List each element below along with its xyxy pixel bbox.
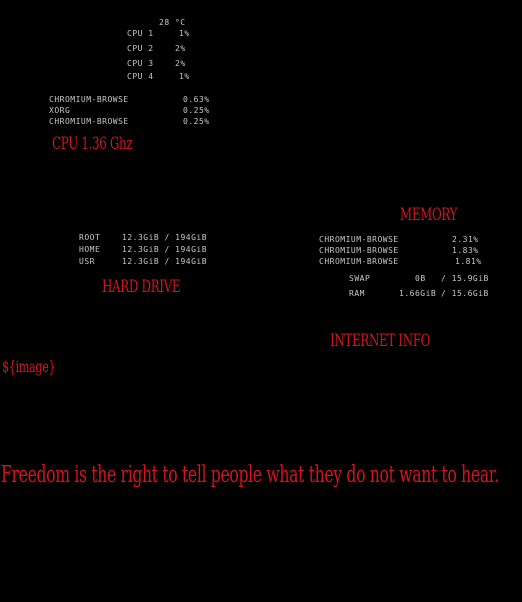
memory-usage-total: / 15.9GiB [441, 274, 489, 283]
drive-label: USR [79, 257, 95, 266]
process-value: 1.83% [452, 246, 479, 255]
memory-usage-used: 1.66GiB [399, 289, 437, 298]
process-name: XORG [49, 106, 71, 115]
cpu-core-label: CPU 4 [127, 72, 154, 81]
process-name: CHROMIUM-BROWSE [49, 117, 129, 126]
process-value: 0.25% [183, 106, 210, 115]
process-value: 2.31% [452, 235, 479, 244]
quote-text: Freedom is the right to tell people what… [1, 462, 499, 488]
memory-usage-used: 0B [415, 274, 426, 283]
cpu-core-label: CPU 2 [127, 44, 154, 53]
memory-usage-label: SWAP [349, 274, 371, 283]
drive-label: ROOT [79, 233, 101, 242]
process-value: 0.25% [183, 117, 210, 126]
temperature-readout: 28 °C [159, 18, 186, 27]
drive-label: HOME [79, 245, 101, 254]
process-value: 0.63% [183, 95, 210, 104]
cpu-core-value: 1% [179, 72, 190, 81]
cpu-core-label: CPU 1 [127, 29, 154, 38]
cpu-core-label: CPU 3 [127, 59, 154, 68]
memory-heading: MEMORY [400, 205, 458, 225]
cpu-core-value: 2% [175, 44, 186, 53]
cpu-core-value: 2% [175, 59, 186, 68]
memory-usage-total: / 15.6GiB [441, 289, 489, 298]
process-value: 1.81% [455, 257, 482, 266]
drive-usage: 12.3GiB / 194GiB [122, 245, 208, 254]
process-name: CHROMIUM-BROWSE [319, 235, 399, 244]
internet-heading: INTERNET INFO [330, 331, 431, 351]
cpu-core-value: 1% [179, 29, 190, 38]
drive-usage: 12.3GiB / 194GiB [122, 233, 208, 242]
cpu-heading: CPU 1.36 Ghz [52, 134, 133, 154]
image-placeholder: ${image} [2, 357, 56, 376]
process-name: CHROMIUM-BROWSE [319, 246, 399, 255]
process-name: CHROMIUM-BROWSE [49, 95, 129, 104]
hard-drive-heading: HARD DRIVE [102, 277, 181, 297]
drive-usage: 12.3GiB / 194GiB [122, 257, 208, 266]
process-name: CHROMIUM-BROWSE [319, 257, 399, 266]
memory-usage-label: RAM [349, 289, 365, 298]
